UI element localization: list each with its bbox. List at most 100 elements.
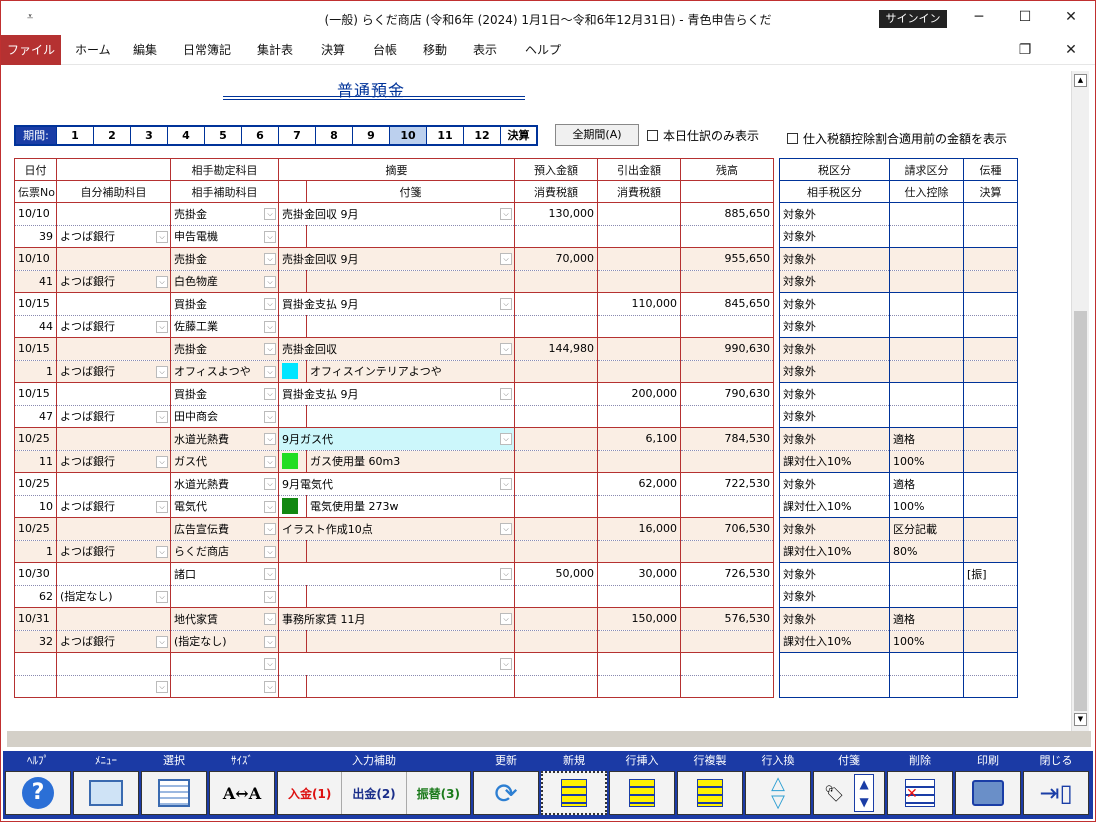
size-button[interactable]: ｻｲｽﾞ A↔A: [209, 753, 275, 817]
memo-cell[interactable]: 9月電気代 ⌵: [278, 472, 515, 495]
vertical-scrollbar[interactable]: ▲ ▼: [1071, 71, 1089, 731]
dropdown-icon[interactable]: ⌵: [156, 635, 168, 648]
scroll-thumb[interactable]: [1074, 311, 1087, 711]
deposit-cell[interactable]: 70,000: [514, 247, 598, 270]
memo-cell[interactable]: ⌵: [278, 652, 515, 675]
tag-cell[interactable]: [306, 674, 515, 698]
counter-sub-cell[interactable]: 電気代 ⌵: [170, 494, 279, 518]
tax-class-cell[interactable]: 対象外: [779, 517, 890, 540]
today-only-checkbox[interactable]: 本日仕訳のみ表示: [647, 127, 759, 144]
select-button[interactable]: 選択: [141, 753, 207, 817]
tag-up-down-icon[interactable]: ▲ ▼: [854, 774, 875, 812]
tax-row[interactable]: 対象外 [振]: [779, 562, 1018, 585]
counter-tax-class-cell[interactable]: 対象外: [779, 314, 890, 338]
memo-cell[interactable]: ⌵: [278, 562, 515, 585]
counter-account-cell[interactable]: ⌵: [170, 652, 279, 675]
own-sub-cell[interactable]: よつば銀行 ⌵: [56, 449, 171, 473]
period-9[interactable]: 9: [352, 127, 389, 144]
invoice-class-cell[interactable]: [889, 382, 964, 405]
purchase-deduct-cell[interactable]: 100%: [889, 629, 964, 653]
tax-row[interactable]: 対象外: [779, 247, 1018, 270]
tag-cell[interactable]: ガス使用量 60m3: [306, 449, 515, 473]
memo-cell[interactable]: 売掛金回収 9月 ⌵: [278, 202, 515, 225]
memo-cell[interactable]: 売掛金回収 9月 ⌵: [278, 247, 515, 270]
tax-subrow[interactable]: 対象外: [779, 269, 1018, 293]
tag-color-cell[interactable]: [278, 494, 307, 518]
own-sub-cell[interactable]: よつば銀行 ⌵: [56, 539, 171, 563]
all-period-button[interactable]: 全期間(A): [555, 124, 639, 146]
counter-sub-cell[interactable]: ガス代 ⌵: [170, 449, 279, 473]
scroll-up-icon[interactable]: ▲: [1074, 74, 1087, 87]
tax-class-cell[interactable]: 対象外: [779, 562, 890, 585]
ledger-row[interactable]: 10/31 地代家賃 ⌵ 事務所家賃 11月 ⌵ 150,000 576,530: [14, 607, 774, 630]
dropdown-icon[interactable]: ⌵: [264, 523, 276, 535]
counter-tax-class-cell[interactable]: 対象外: [779, 584, 890, 608]
tag-color-cell[interactable]: [278, 539, 307, 563]
tag-cell[interactable]: 電気使用量 273w: [306, 494, 515, 518]
dropdown-icon[interactable]: ⌵: [500, 343, 512, 355]
tag-color-cell[interactable]: [278, 269, 307, 293]
period-4[interactable]: 4: [167, 127, 204, 144]
slip-no-cell[interactable]: 11: [14, 449, 57, 473]
tax-subrow[interactable]: 対象外: [779, 404, 1018, 428]
ledger-row[interactable]: 10/10 売掛金 ⌵ 売掛金回収 9月 ⌵ 70,000 955,650: [14, 247, 774, 270]
own-sub-cell[interactable]: (指定なし) ⌵: [56, 584, 171, 608]
menu-summary[interactable]: 集計表: [247, 35, 303, 65]
transfer-button[interactable]: 振替(3): [407, 772, 470, 814]
deposit-cell[interactable]: [514, 607, 598, 630]
memo-cell[interactable]: 買掛金支払 9月 ⌵: [278, 292, 515, 315]
new-button[interactable]: 新規: [541, 753, 607, 817]
counter-sub-cell[interactable]: 申告電機 ⌵: [170, 224, 279, 248]
empty-tax-subrow[interactable]: [779, 674, 1018, 698]
period-3[interactable]: 3: [130, 127, 167, 144]
counter-sub-cell[interactable]: ⌵: [170, 674, 279, 698]
dropdown-icon[interactable]: ⌵: [264, 500, 276, 513]
empty-row[interactable]: ⌵ ⌵: [14, 652, 774, 675]
dropdown-icon[interactable]: ⌵: [156, 455, 168, 468]
counter-tax-class-cell[interactable]: [779, 674, 890, 698]
dropdown-icon[interactable]: ⌵: [500, 523, 512, 535]
tax-row[interactable]: 対象外 適格: [779, 607, 1018, 630]
invoice-class-cell[interactable]: 適格: [889, 427, 964, 450]
dropdown-icon[interactable]: ⌵: [500, 658, 512, 670]
dropdown-icon[interactable]: ⌵: [156, 410, 168, 423]
tax-subrow[interactable]: 課対仕入10% 100%: [779, 494, 1018, 518]
invoice-class-cell[interactable]: 区分記載: [889, 517, 964, 540]
withdraw-cell[interactable]: [597, 337, 681, 360]
tag-color-cell[interactable]: [278, 404, 307, 428]
dropdown-icon[interactable]: ⌵: [264, 590, 276, 603]
dropdown-icon[interactable]: ⌵: [500, 613, 512, 625]
slip-no-cell[interactable]: 62: [14, 584, 57, 608]
ledger-subrow[interactable]: 32 よつば銀行 ⌵ (指定なし) ⌵: [14, 629, 774, 653]
tax-class-cell[interactable]: 対象外: [779, 607, 890, 630]
period-6[interactable]: 6: [241, 127, 278, 144]
counter-tax-class-cell[interactable]: 課対仕入10%: [779, 629, 890, 653]
dropdown-icon[interactable]: ⌵: [264, 455, 276, 468]
tag-color-cell[interactable]: [278, 629, 307, 653]
counter-account-cell[interactable]: 買掛金 ⌵: [170, 292, 279, 315]
counter-tax-class-cell[interactable]: 課対仕入10%: [779, 494, 890, 518]
ledger-row[interactable]: 10/15 買掛金 ⌵ 買掛金支払 9月 ⌵ 200,000 790,630: [14, 382, 774, 405]
scroll-down-icon[interactable]: ▼: [1074, 713, 1087, 726]
memo-cell[interactable]: 買掛金支払 9月 ⌵: [278, 382, 515, 405]
counter-account-cell[interactable]: 水道光熱費 ⌵: [170, 472, 279, 495]
deposit-cell[interactable]: 144,980: [514, 337, 598, 360]
invoice-class-cell[interactable]: 適格: [889, 472, 964, 495]
dropdown-icon[interactable]: ⌵: [500, 253, 512, 265]
tax-subrow[interactable]: 課対仕入10% 80%: [779, 539, 1018, 563]
insert-row-button[interactable]: 行挿入: [609, 753, 675, 817]
ledger-subrow[interactable]: 10 よつば銀行 ⌵ 電気代 ⌵ 電気使用量 273w: [14, 494, 774, 518]
dropdown-icon[interactable]: ⌵: [264, 680, 276, 693]
own-sub-cell[interactable]: よつば銀行 ⌵: [56, 224, 171, 248]
slip-no-cell[interactable]: 44: [14, 314, 57, 338]
dropdown-icon[interactable]: ⌵: [500, 568, 512, 580]
invoice-class-cell[interactable]: [889, 247, 964, 270]
own-sub-cell[interactable]: よつば銀行 ⌵: [56, 269, 171, 293]
withdraw-cell[interactable]: 200,000: [597, 382, 681, 405]
tax-subrow[interactable]: 課対仕入10% 100%: [779, 449, 1018, 473]
ledger-row[interactable]: 10/15 買掛金 ⌵ 買掛金支払 9月 ⌵ 110,000 845,650: [14, 292, 774, 315]
date-cell[interactable]: 10/25: [14, 517, 57, 540]
counter-account-cell[interactable]: 売掛金 ⌵: [170, 337, 279, 360]
ledger-subrow[interactable]: 39 よつば銀行 ⌵ 申告電機 ⌵: [14, 224, 774, 248]
invoice-class-cell[interactable]: [889, 652, 964, 675]
